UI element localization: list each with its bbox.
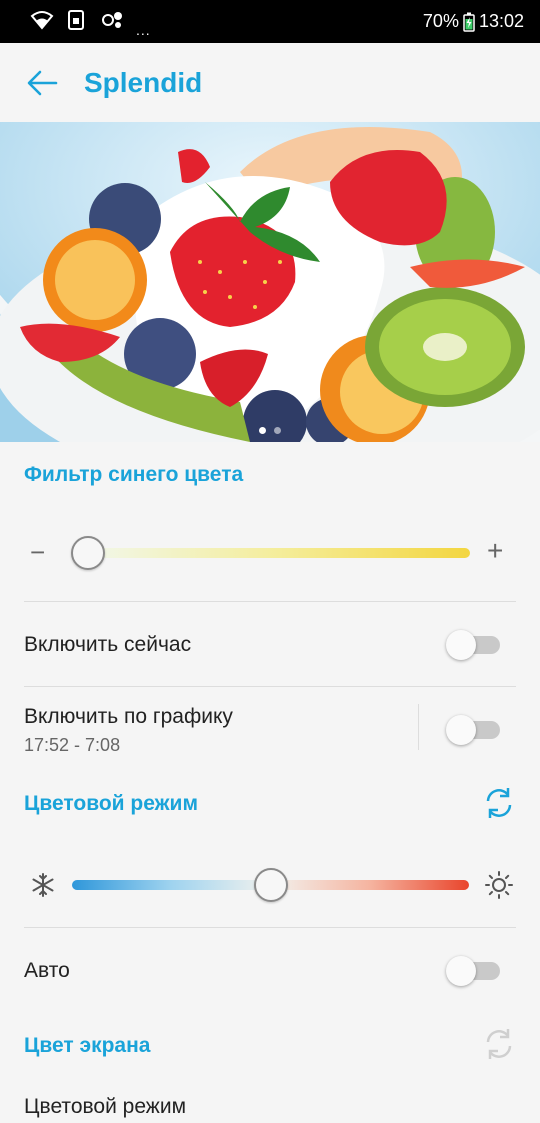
toggle-knob xyxy=(446,715,476,745)
screen-color-title: Цвет экрана xyxy=(24,1034,151,1057)
pager-dot-active xyxy=(259,427,266,434)
refresh-icon xyxy=(486,1029,512,1059)
color-mode-title: Цветовой режим xyxy=(24,792,198,815)
divider xyxy=(24,601,516,602)
app-bar: Splendid xyxy=(0,43,540,122)
sun-icon xyxy=(485,871,513,899)
enable-now-toggle[interactable] xyxy=(446,628,500,660)
auto-label: Авто xyxy=(24,959,70,982)
snowflake-icon xyxy=(32,873,54,897)
vertical-divider xyxy=(418,704,419,750)
schedule-label[interactable]: Включить по графику xyxy=(24,705,233,729)
blue-filter-slider[interactable] xyxy=(88,548,470,558)
sim-icon xyxy=(68,10,84,30)
status-icons xyxy=(30,9,126,31)
status-right: 70% 13:02 xyxy=(423,11,524,32)
blue-filter-plus[interactable]: + xyxy=(487,535,503,567)
wifi-icon xyxy=(30,11,54,30)
color-mode-slider-thumb[interactable] xyxy=(253,868,288,902)
bluetooth-icon xyxy=(102,12,122,28)
blue-filter-minus[interactable]: − xyxy=(30,537,45,568)
blue-filter-slider-thumb[interactable] xyxy=(71,536,105,570)
clock: 13:02 xyxy=(478,11,524,31)
color-mode-item-label[interactable]: Цветовой режим xyxy=(24,1095,186,1119)
more-notifications: ... xyxy=(136,22,151,38)
enable-now-label: Включить сейчас xyxy=(24,633,192,656)
divider xyxy=(24,686,516,687)
battery-percent: 70% xyxy=(422,11,459,31)
refresh-icon[interactable] xyxy=(480,784,518,822)
schedule-toggle[interactable] xyxy=(446,713,500,745)
toggle-knob xyxy=(446,630,476,660)
image-pager xyxy=(0,427,540,434)
schedule-time-range: 17:52 - 7:08 xyxy=(24,735,121,755)
blue-filter-title: Фильтр синего цвета xyxy=(24,463,244,486)
battery-charging-icon xyxy=(463,12,475,32)
status-bar: ... 70% 13:02 xyxy=(0,0,540,43)
arrow-left-icon[interactable] xyxy=(24,65,60,101)
page-title: Splendid xyxy=(84,67,203,98)
pager-dot xyxy=(274,427,281,434)
auto-toggle[interactable] xyxy=(446,954,500,986)
preview-image[interactable] xyxy=(0,122,540,442)
divider xyxy=(24,927,516,928)
fruit-salad-photo xyxy=(0,122,540,442)
toggle-knob xyxy=(446,956,476,986)
